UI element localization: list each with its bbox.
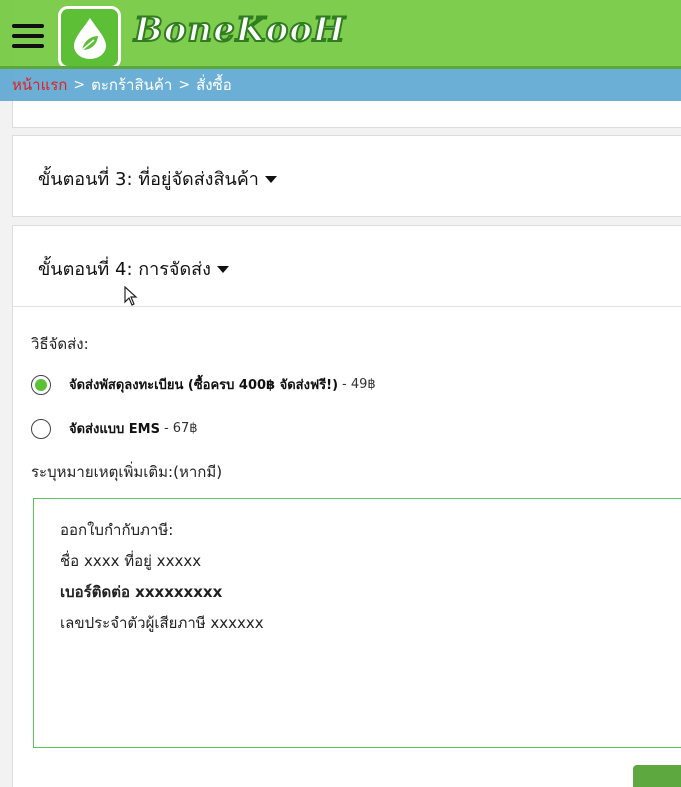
- radio-registered[interactable]: [31, 374, 51, 395]
- note-line: ชื่อ xxxx ที่อยู่ xxxxx: [60, 552, 202, 570]
- step4-panel: ขั้นตอนที่ 4: การจัดส่ง วิธีจัดส่ง: จัดส…: [12, 225, 681, 787]
- step3-toggle[interactable]: ขั้นตอนที่ 3: ที่อยู่จัดส่งสินค้า: [38, 164, 277, 193]
- shipping-option-name: จัดส่งแบบ EMS: [69, 422, 160, 437]
- note-label: ระบุหมายเหตุเพิ่มเติม:(หากมี): [31, 463, 223, 481]
- submit-button[interactable]: [633, 765, 681, 787]
- checkout-page: ขั้นตอนที่ 3: ที่อยู่จัดส่งสินค้า ขั้นตอ…: [0, 0, 681, 787]
- hamburger-icon[interactable]: [12, 24, 44, 48]
- shipping-method-label: วิธีจัดส่ง:: [31, 335, 89, 353]
- water-drop-leaf-icon: [73, 17, 106, 59]
- step3-title: ขั้นตอนที่ 3: ที่อยู่จัดส่งสินค้า: [38, 169, 259, 190]
- breadcrumb: หน้าแรก > ตะกร้าสินค้า > สั่งซื้อ: [0, 69, 681, 101]
- logo[interactable]: [58, 6, 121, 69]
- shipping-option-price: - 67฿: [163, 421, 198, 436]
- shipping-option-registered[interactable]: จัดส่งพัสดุลงทะเบียน (ซื้อครบ 400฿ จัดส่…: [31, 374, 376, 395]
- note-line: เบอร์ติดต่อ xxxxxxxxx: [60, 583, 223, 601]
- logo-text[interactable]: BoneKooH: [133, 9, 346, 51]
- step4-toggle[interactable]: ขั้นตอนที่ 4: การจัดส่ง: [38, 254, 229, 283]
- note-line: ออกใบกำกับภาษี:: [60, 521, 174, 539]
- breadcrumb-cart[interactable]: ตะกร้าสินค้า: [91, 73, 172, 97]
- caret-down-icon: [216, 266, 229, 273]
- chevron-right-icon: >: [73, 77, 86, 93]
- radio-ems[interactable]: [31, 418, 51, 439]
- divider: [13, 306, 681, 307]
- step4-title: ขั้นตอนที่ 4: การจัดส่ง: [38, 259, 211, 280]
- step3-panel[interactable]: ขั้นตอนที่ 3: ที่อยู่จัดส่งสินค้า: [12, 135, 681, 217]
- site-header: BoneKooH: [0, 0, 681, 69]
- caret-down-icon: [264, 176, 277, 183]
- chevron-right-icon: >: [178, 77, 191, 93]
- breadcrumb-home[interactable]: หน้าแรก: [12, 73, 67, 97]
- shipping-option-price: - 49฿: [342, 377, 376, 392]
- shipping-option-name: จัดส่งพัสดุลงทะเบียน (ซื้อครบ 400฿ จัดส่…: [69, 378, 339, 393]
- mouse-cursor-icon: [124, 286, 138, 306]
- note-line: เลขประจำตัวผู้เสียภาษี xxxxxx: [60, 614, 264, 632]
- radio-selected-dot: [35, 378, 47, 391]
- shipping-option-ems[interactable]: จัดส่งแบบ EMS - 67฿: [31, 418, 198, 439]
- note-textarea[interactable]: ออกใบกำกับภาษี: ชื่อ xxxx ที่อยู่ xxxxx …: [33, 498, 681, 748]
- breadcrumb-order: สั่งซื้อ: [196, 76, 232, 94]
